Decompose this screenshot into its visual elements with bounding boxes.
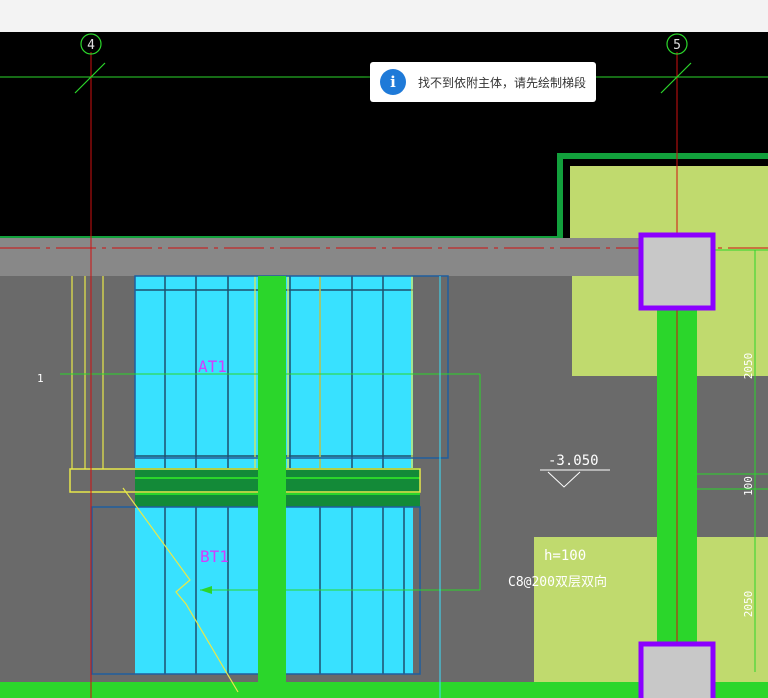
stair-drawing: 4 5 AT1 BT1 -3.050 h=100 C8@200双层双向 1 20… bbox=[0, 32, 768, 698]
slab-thickness-note: h=100 bbox=[544, 548, 586, 564]
beam bbox=[0, 238, 650, 276]
center-slab bbox=[258, 276, 286, 698]
toast-message: 找不到依附主体，请先绘制梯段 bbox=[418, 75, 587, 90]
info-toast: i 找不到依附主体，请先绘制梯段 bbox=[370, 62, 596, 102]
dimension-100: 100 bbox=[742, 476, 755, 496]
stair-label-bt1: BT1 bbox=[200, 547, 229, 566]
dimension-2050-top: 2050 bbox=[742, 353, 755, 380]
top-toolbar bbox=[0, 0, 768, 33]
stair-label-at1: AT1 bbox=[198, 357, 227, 376]
column-bottom bbox=[638, 641, 716, 698]
dimension-2050-bottom: 2050 bbox=[742, 591, 755, 618]
rebar-note: C8@200双层双向 bbox=[508, 574, 607, 590]
axis-label-4: 4 bbox=[87, 38, 95, 53]
elevation-label: -3.050 bbox=[548, 453, 599, 469]
column-top bbox=[638, 232, 716, 311]
info-icon: i bbox=[380, 69, 406, 95]
axis-label-5: 5 bbox=[673, 38, 681, 53]
side-mark: 1 bbox=[37, 372, 44, 385]
cad-canvas[interactable]: 4 5 AT1 BT1 -3.050 h=100 C8@200双层双向 1 20… bbox=[0, 32, 768, 698]
